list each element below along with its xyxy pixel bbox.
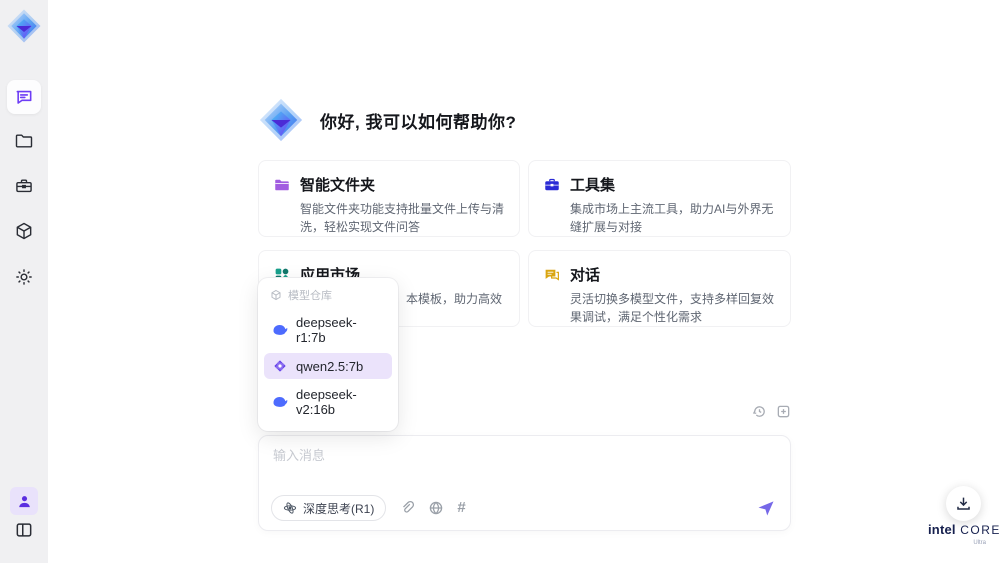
app-logo-icon (7, 9, 41, 43)
card-description: 集成市场上主流工具，助力AI与外界无缝扩展与对接 (570, 202, 774, 234)
card-description: 智能文件夹功能支持批量文件上传与清洗，轻松实现文件问答 (300, 202, 505, 234)
download-button[interactable] (946, 486, 981, 521)
card-title: 工具集 (570, 177, 616, 194)
whale-icon (273, 397, 288, 407)
sidebar-item-chat[interactable] (7, 80, 41, 114)
user-icon (18, 495, 30, 507)
download-icon (957, 497, 970, 510)
panel-icon (16, 523, 32, 537)
greeting: 你好, 我可以如何帮助你? (258, 97, 516, 143)
toolbox-icon (545, 178, 559, 190)
message-composer[interactable]: 输入消息 深度思考(R1) # (258, 435, 791, 531)
hash-icon[interactable]: # (457, 500, 465, 516)
ultra-wordmark: Ultra (973, 540, 986, 546)
card-smart-folder[interactable]: 智能文件夹 智能文件夹功能支持批量文件上传与清洗，轻松实现文件问答 (258, 160, 520, 237)
sidebar-item-collapse[interactable] (14, 520, 34, 540)
atom-icon (283, 502, 297, 514)
folder-icon (15, 134, 33, 148)
model-option-label: deepseek-v2:16b (296, 387, 357, 417)
model-option-qwen[interactable]: qwen2.5:7b (264, 353, 392, 379)
deep-think-button[interactable]: 深度思考(R1) (271, 495, 387, 521)
card-title: 对话 (570, 267, 601, 284)
folder-icon (275, 179, 289, 190)
core-wordmark: core (960, 523, 1000, 537)
sidebar (0, 0, 48, 563)
model-option-deepseek-r1[interactable]: deepseek-r1:7b (264, 310, 392, 350)
card-title: 智能文件夹 (300, 177, 376, 194)
app-window: 你好, 我可以如何帮助你? 智能文件夹 智能文件夹功能支持批量文件上传与清洗，轻… (0, 0, 1000, 563)
model-dropdown-header: 模型仓库 (264, 284, 392, 310)
cube-icon (16, 222, 32, 240)
app-logo-icon (259, 98, 303, 142)
history-icon[interactable] (752, 404, 767, 419)
sidebar-item-tools[interactable] (14, 176, 34, 196)
model-option-deepseek-v2[interactable]: deepseek-v2:16b (264, 382, 392, 422)
toolbox-icon (16, 179, 32, 193)
card-conversation[interactable]: 对话 灵活切换多模型文件，支持多样回复效果调试，满足个性化需求 (528, 250, 791, 327)
deep-think-label: 深度思考(R1) (303, 501, 375, 516)
sidebar-item-models[interactable] (14, 221, 34, 241)
chat-bubble-icon (16, 90, 32, 104)
send-icon[interactable] (756, 498, 776, 518)
model-option-label: qwen2.5:7b (296, 358, 364, 374)
conversation-actions (752, 404, 791, 419)
message-input[interactable]: 输入消息 (273, 445, 776, 464)
chat-bubbles-icon (545, 269, 559, 281)
gear-icon (16, 269, 32, 285)
cube-icon (271, 289, 281, 301)
new-chat-icon[interactable] (776, 404, 791, 419)
card-toolset[interactable]: 工具集 集成市场上主流工具，助力AI与外界无缝扩展与对接 (528, 160, 791, 237)
card-description: 灵活切换多模型文件，支持多样回复效果调试，满足个性化需求 (570, 292, 775, 324)
intel-core-logo: intel core Ultra (928, 522, 999, 546)
whale-icon (273, 325, 288, 335)
model-dropdown-header-label: 模型仓库 (288, 290, 332, 302)
globe-icon[interactable] (428, 500, 444, 516)
intel-wordmark: intel (928, 522, 956, 537)
greeting-text: 你好, 我可以如何帮助你? (320, 112, 517, 132)
sidebar-item-account[interactable] (10, 487, 38, 515)
sidebar-item-settings[interactable] (14, 267, 34, 287)
composer-toolbar: 深度思考(R1) # (271, 495, 776, 521)
model-dropdown: 模型仓库 deepseek-r1:7b qwen2.5:7b deepseek-… (258, 278, 398, 431)
paperclip-icon[interactable] (399, 500, 415, 516)
model-option-label: deepseek-r1:7b (296, 315, 357, 345)
qwen-icon (274, 360, 286, 372)
sidebar-item-folders[interactable] (14, 131, 34, 151)
